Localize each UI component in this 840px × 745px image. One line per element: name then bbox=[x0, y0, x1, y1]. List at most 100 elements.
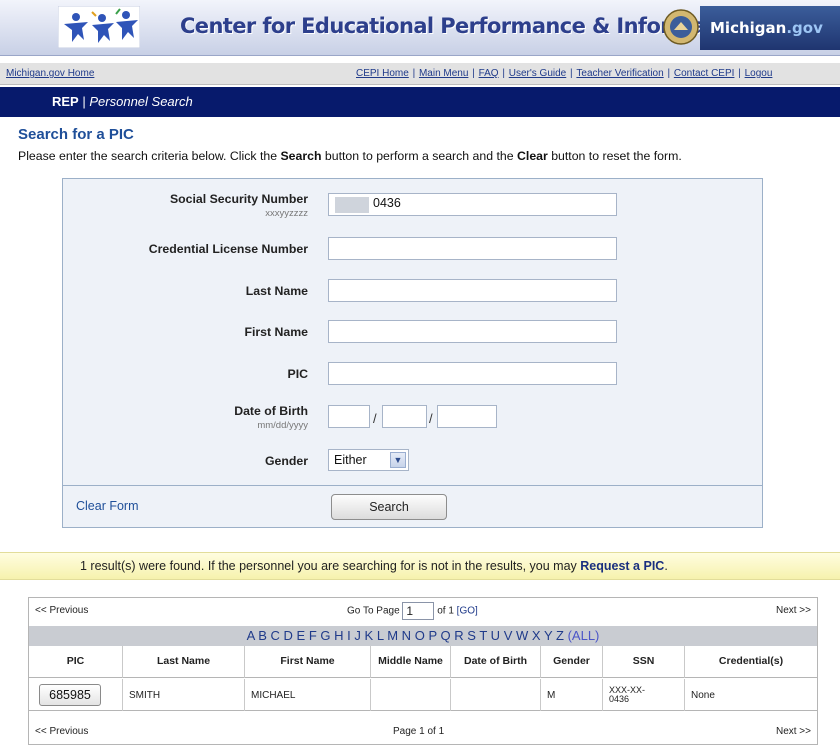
letter-e[interactable]: E bbox=[297, 628, 306, 643]
letter-j[interactable]: J bbox=[354, 628, 361, 643]
table-row: 685985 SMITH MICHAEL M XXX-XX- 0436 None bbox=[29, 679, 817, 711]
letter-o[interactable]: O bbox=[415, 628, 425, 643]
ssn-redaction bbox=[335, 197, 369, 213]
letter-n[interactable]: N bbox=[402, 628, 411, 643]
instructions-clear-word: Clear bbox=[517, 149, 548, 163]
col-credentials: Credential(s) bbox=[718, 655, 784, 668]
letter-p[interactable]: P bbox=[428, 628, 436, 643]
letter-b[interactable]: B bbox=[258, 628, 267, 643]
top-pager: << Previous Go To Page 1 of 1 [GO] Next … bbox=[29, 598, 817, 624]
bottom-pager: << Previous Page 1 of 1 Next >> bbox=[29, 719, 817, 745]
col-gender: Gender bbox=[541, 646, 603, 678]
results-message: 1 result(s) were found. If the personnel… bbox=[0, 552, 840, 580]
michigan-gov-home-link[interactable]: Michigan.gov Home bbox=[6, 68, 94, 79]
form-divider bbox=[63, 485, 762, 486]
letter-a[interactable]: A bbox=[247, 628, 255, 643]
letter-u[interactable]: U bbox=[491, 628, 500, 643]
dob-separator-2: / bbox=[429, 411, 433, 426]
cepi-logo-icon[interactable] bbox=[58, 6, 140, 48]
instructions-text-3: button to reset the form. bbox=[547, 149, 682, 163]
cell-gender: M bbox=[541, 679, 603, 711]
col-last-name: Last Name bbox=[123, 646, 245, 678]
letter-m[interactable]: M bbox=[387, 628, 398, 643]
col-middle-name: Middle Name bbox=[371, 646, 451, 678]
cell-middle-name bbox=[371, 679, 451, 711]
titlebar-separator: | bbox=[82, 94, 86, 109]
next-link[interactable]: Next >> bbox=[776, 605, 811, 616]
previous-link[interactable]: << Previous bbox=[35, 605, 88, 616]
dob-label: Date of Birth bbox=[234, 404, 308, 418]
letter-k[interactable]: K bbox=[365, 628, 374, 643]
cell-ssn: XXX-XX- 0436 bbox=[603, 679, 685, 711]
credential-input[interactable] bbox=[328, 237, 617, 260]
gender-label: Gender bbox=[264, 454, 308, 468]
search-form: Social Security Number xxxyyzzzz 0436 Cr… bbox=[62, 178, 763, 528]
letter-w[interactable]: W bbox=[516, 628, 528, 643]
letter-c[interactable]: C bbox=[270, 628, 279, 643]
col-first-name: First Name bbox=[245, 646, 371, 678]
letter-z[interactable]: Z bbox=[556, 628, 564, 643]
gender-selected-value: Either bbox=[334, 453, 367, 467]
letter-x[interactable]: X bbox=[532, 628, 541, 643]
pic-label: PIC bbox=[287, 367, 309, 381]
michigan-gov-link[interactable]: Michigan.gov bbox=[700, 6, 840, 50]
main-menu-link[interactable]: Main Menu bbox=[419, 68, 468, 79]
first-name-label: First Name bbox=[244, 325, 308, 339]
letter-f[interactable]: F bbox=[309, 628, 317, 643]
cepi-home-link[interactable]: CEPI Home bbox=[356, 68, 409, 79]
letter-s[interactable]: S bbox=[467, 628, 476, 643]
letter-g[interactable]: G bbox=[320, 628, 330, 643]
site-banner: Center for Educational Performance & Inf… bbox=[0, 0, 840, 56]
col-date-of-birth: Date of Birth bbox=[451, 646, 541, 678]
cell-first-name: MICHAEL bbox=[245, 679, 371, 711]
table-header: PIC Last Name First Name Middle Name Dat… bbox=[29, 646, 817, 678]
goto-page-input[interactable]: 1 bbox=[402, 602, 435, 620]
chevron-down-icon[interactable]: ▼ bbox=[390, 452, 406, 468]
logout-link[interactable]: Logou bbox=[745, 68, 773, 79]
letter-y[interactable]: Y bbox=[544, 628, 552, 643]
go-button[interactable]: [GO] bbox=[457, 606, 478, 617]
page-count: of 1 bbox=[437, 605, 454, 617]
col-pic: PIC bbox=[29, 646, 123, 678]
cell-date-of-birth bbox=[451, 679, 541, 711]
dob-hint: mm/dd/yyyy bbox=[257, 420, 308, 431]
col-ssn: SSN bbox=[603, 646, 685, 678]
dob-separator-1: / bbox=[373, 411, 377, 426]
cell-last-name: SMITH bbox=[123, 679, 245, 711]
contact-cepi-link[interactable]: Contact CEPI bbox=[674, 68, 735, 79]
letter-l[interactable]: L bbox=[377, 628, 384, 643]
letter-d[interactable]: D bbox=[284, 628, 293, 643]
letter-h[interactable]: H bbox=[334, 628, 343, 643]
page-titlebar: REP | Personnel Search bbox=[0, 87, 840, 117]
previous-link-bottom[interactable]: << Previous bbox=[35, 726, 88, 737]
last-name-input[interactable] bbox=[328, 279, 617, 302]
credential-label: Credential License Number bbox=[148, 242, 308, 256]
cell-pic: 685985 bbox=[29, 679, 123, 711]
first-name-input[interactable] bbox=[328, 320, 617, 343]
page-name: Personnel Search bbox=[89, 94, 193, 109]
letter-t[interactable]: T bbox=[479, 628, 487, 643]
users-guide-link[interactable]: User's Guide bbox=[509, 68, 567, 79]
letter-r[interactable]: R bbox=[454, 628, 463, 643]
clear-form-link[interactable]: Clear Form bbox=[76, 499, 139, 513]
page-indicator: Page 1 of 1 bbox=[393, 726, 445, 737]
dob-year-input[interactable] bbox=[437, 405, 497, 428]
faq-link[interactable]: FAQ bbox=[479, 68, 499, 79]
letter-all[interactable]: (ALL) bbox=[568, 628, 600, 643]
ssn-last-four: 0436 bbox=[609, 694, 630, 704]
instructions: Please enter the search criteria below. … bbox=[18, 149, 682, 163]
dob-day-input[interactable] bbox=[382, 405, 427, 428]
letter-i[interactable]: I bbox=[347, 628, 351, 643]
ssn-input[interactable]: 0436 bbox=[328, 193, 617, 216]
gender-select[interactable]: Either ▼ bbox=[328, 449, 409, 471]
request-pic-link[interactable]: Request a PIC bbox=[580, 559, 664, 573]
search-button[interactable]: Search bbox=[331, 494, 447, 520]
letter-q[interactable]: Q bbox=[441, 628, 451, 643]
pic-button[interactable]: 685985 bbox=[39, 684, 101, 706]
letter-v[interactable]: V bbox=[504, 628, 513, 643]
pic-input[interactable] bbox=[328, 362, 617, 385]
dob-month-input[interactable] bbox=[328, 405, 370, 428]
michigan-seal-icon bbox=[663, 9, 699, 45]
next-link-bottom[interactable]: Next >> bbox=[776, 726, 811, 737]
teacher-verification-link[interactable]: Teacher Verification bbox=[576, 68, 663, 79]
